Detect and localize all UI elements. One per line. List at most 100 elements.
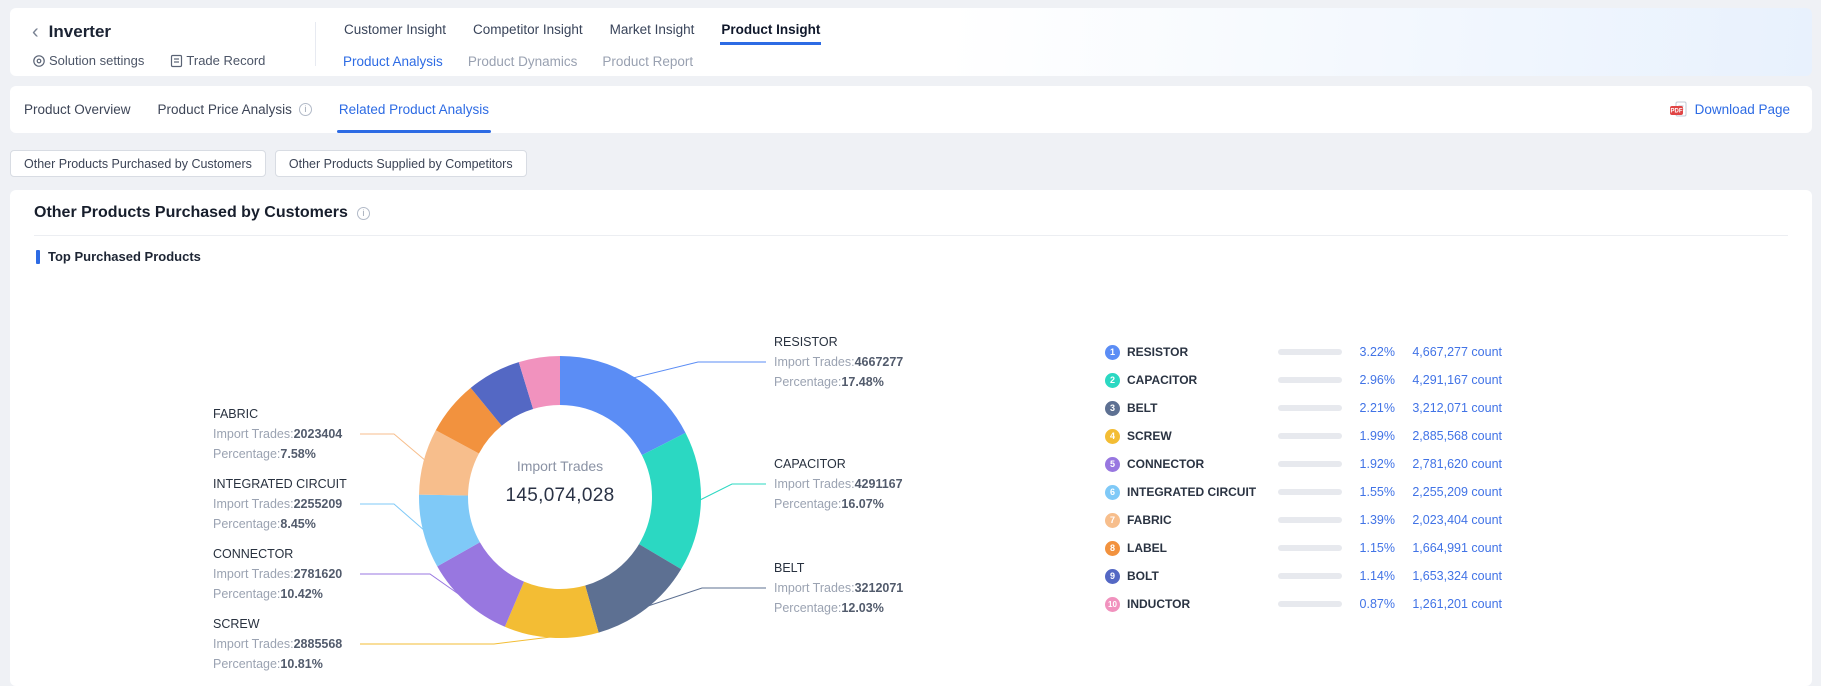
rank-row-capacitor[interactable]: 2CAPACITOR2.96%4,291,167 count: [1105, 366, 1502, 394]
section-title: Top Purchased Products: [48, 249, 201, 264]
donut-segment-label[interactable]: [457, 407, 486, 442]
ranked-product-list: 1 RESISTOR 3.22%4,667,277 count 2CAPACITOR2…: [1105, 338, 1502, 618]
donut-segment-screw[interactable]: [514, 604, 591, 613]
tab-customer-insight[interactable]: Customer Insight: [343, 8, 447, 45]
download-page-link[interactable]: PDF Download Page: [1669, 86, 1790, 133]
rank-product-name: LABEL: [1127, 541, 1278, 555]
tab-product-insight[interactable]: Product Insight: [720, 8, 821, 45]
callout-product-name: FABRIC: [213, 404, 342, 424]
rank-share-percent: 2.21%: [1342, 401, 1395, 415]
rank-share-percent: 3.22%: [1342, 345, 1395, 359]
analysis-subtabs: Product Analysis Product Dynamics Product …: [343, 54, 693, 69]
rank-badge: 4: [1105, 429, 1120, 444]
rank-progress-bar: [1278, 433, 1342, 439]
filter-button-other-products-purchased-by-customers[interactable]: Other Products Purchased by Customers: [10, 150, 266, 177]
rank-badge: 8: [1105, 541, 1120, 556]
rank-row-screw[interactable]: 4SCREW1.99%2,885,568 count: [1105, 422, 1502, 450]
header-divider: [315, 22, 316, 66]
donut-segment-bolt[interactable]: [486, 386, 526, 407]
rank-count-value: 1,664,991 count: [1395, 541, 1502, 555]
rank-row-belt[interactable]: 3BELT2.21%3,212,071 count: [1105, 394, 1502, 422]
rank-progress-bar: [1278, 349, 1342, 355]
rank-product-name: CONNECTOR: [1127, 457, 1278, 471]
rank-row-inductor[interactable]: 10INDUCTOR0.87%1,261,201 count: [1105, 590, 1502, 618]
panel-divider: [34, 235, 1788, 236]
toolbar-tab-label: Product Price Analysis: [158, 102, 292, 117]
rank-product-name: BELT: [1127, 401, 1278, 415]
svg-text:PDF: PDF: [1670, 109, 1682, 115]
rank-count-value: 1,261,201 count: [1395, 597, 1502, 611]
tab-market-insight[interactable]: Market Insight: [609, 8, 696, 45]
donut-segment-inductor[interactable]: [526, 381, 560, 386]
rank-product-name: RESISTOR: [1127, 345, 1278, 359]
subtab-product-analysis[interactable]: Product Analysis: [343, 54, 443, 69]
toolbar-tab-product-overview[interactable]: Product Overview: [24, 86, 131, 133]
callout-screw: SCREWImport Trades:2885568Percentage:10.…: [213, 614, 342, 674]
subtab-product-report[interactable]: Product Report: [602, 54, 693, 69]
rank-share-percent: 1.99%: [1342, 429, 1395, 443]
rank-count-value: 2,885,568 count: [1395, 429, 1502, 443]
callout-fabric: FABRICImport Trades:2023404Percentage:7.…: [213, 404, 342, 464]
toolbar-tab-related-product-analysis[interactable]: Related Product Analysis: [339, 86, 489, 133]
donut-center-label: Import Trades: [465, 458, 655, 474]
callout-percentage: Percentage:10.81%: [213, 654, 342, 674]
rank-progress-bar: [1278, 601, 1342, 607]
callout-capacitor: CAPACITORImport Trades:4291167Percentage…: [774, 454, 903, 514]
donut-segment-capacitor[interactable]: [660, 444, 676, 557]
callout-product-name: CONNECTOR: [213, 544, 342, 564]
callout-connector: CONNECTORImport Trades:2781620Percentage…: [213, 544, 342, 604]
subtab-product-dynamics[interactable]: Product Dynamics: [468, 54, 578, 69]
rank-share-percent: 0.87%: [1342, 597, 1395, 611]
filter-button-other-products-supplied-by-competitors[interactable]: Other Products Supplied by Competitors: [275, 150, 527, 177]
header-link-solution-settings[interactable]: Solution settings: [32, 53, 144, 68]
toolbar-tab-product-price-analysis[interactable]: Product Price Analysis i: [158, 86, 312, 133]
callout-percentage: Percentage:12.03%: [774, 598, 903, 618]
rank-count-value: 4,667,277 count: [1395, 345, 1502, 359]
donut-segment-belt[interactable]: [592, 557, 660, 609]
rank-count-value: 2,023,404 count: [1395, 513, 1502, 527]
callout-belt: BELTImport Trades:3212071Percentage:12.0…: [774, 558, 903, 618]
rank-progress-bar: [1278, 377, 1342, 383]
callout-import-trades: Import Trades:2023404: [213, 424, 342, 444]
callout-import-trades: Import Trades:4667277: [774, 352, 903, 372]
donut-segment-connector[interactable]: [459, 554, 515, 604]
insight-tabs: Customer Insight Competitor Insight Market…: [343, 8, 821, 45]
info-icon[interactable]: i: [299, 103, 312, 116]
rank-progress-bar: [1278, 405, 1342, 411]
rank-product-name: FABRIC: [1127, 513, 1278, 527]
page-title: Inverter: [49, 22, 111, 42]
rank-share-percent: 1.92%: [1342, 457, 1395, 471]
toolbar-tabs: Product Overview Product Price Analysis i R…: [24, 86, 489, 133]
rank-product-name: CAPACITOR: [1127, 373, 1278, 387]
donut-segment-fabric[interactable]: [444, 442, 458, 495]
donut-segment-resistor[interactable]: [560, 381, 664, 444]
rank-row-bolt[interactable]: 9BOLT1.14%1,653,324 count: [1105, 562, 1502, 590]
callout-import-trades: Import Trades:2781620: [213, 564, 342, 584]
donut-segment-integrated-circuit[interactable]: [444, 495, 459, 554]
callout-product-name: BELT: [774, 558, 903, 578]
panel-title: Other Products Purchased by Customers: [34, 204, 348, 222]
back-icon[interactable]: ‹: [32, 21, 39, 43]
rank-count-value: 2,781,620 count: [1395, 457, 1502, 471]
tab-competitor-insight[interactable]: Competitor Insight: [472, 8, 584, 45]
callout-product-name: SCREW: [213, 614, 342, 634]
rank-row-integrated-circuit[interactable]: 6INTEGRATED CIRCUIT1.55%2,255,209 count: [1105, 478, 1502, 506]
rank-row-label[interactable]: 8LABEL1.15%1,664,991 count: [1105, 534, 1502, 562]
rank-product-name: INDUCTOR: [1127, 597, 1278, 611]
rank-row-fabric[interactable]: 7FABRIC1.39%2,023,404 count: [1105, 506, 1502, 534]
header-link-label: Solution settings: [49, 53, 144, 68]
info-icon[interactable]: i: [357, 207, 370, 220]
rank-progress-bar: [1278, 489, 1342, 495]
rank-row-resistor[interactable]: 1 RESISTOR 3.22%4,667,277 count: [1105, 338, 1502, 366]
rank-row-connector[interactable]: 5CONNECTOR1.92%2,781,620 count: [1105, 450, 1502, 478]
rank-count-value: 4,291,167 count: [1395, 373, 1502, 387]
callout-percentage: Percentage:8.45%: [213, 514, 347, 534]
donut-chart: Import Trades 145,074,028 RESISTORImport…: [10, 268, 1812, 686]
rank-badge: 1: [1105, 345, 1120, 360]
rank-product-name: BOLT: [1127, 569, 1278, 583]
header-link-trade-record[interactable]: Trade Record: [170, 53, 265, 68]
callout-import-trades: Import Trades:4291167: [774, 474, 903, 494]
leader-line-capacitor: [700, 484, 766, 500]
rank-badge: 7: [1105, 513, 1120, 528]
callout-percentage: Percentage:7.58%: [213, 444, 342, 464]
